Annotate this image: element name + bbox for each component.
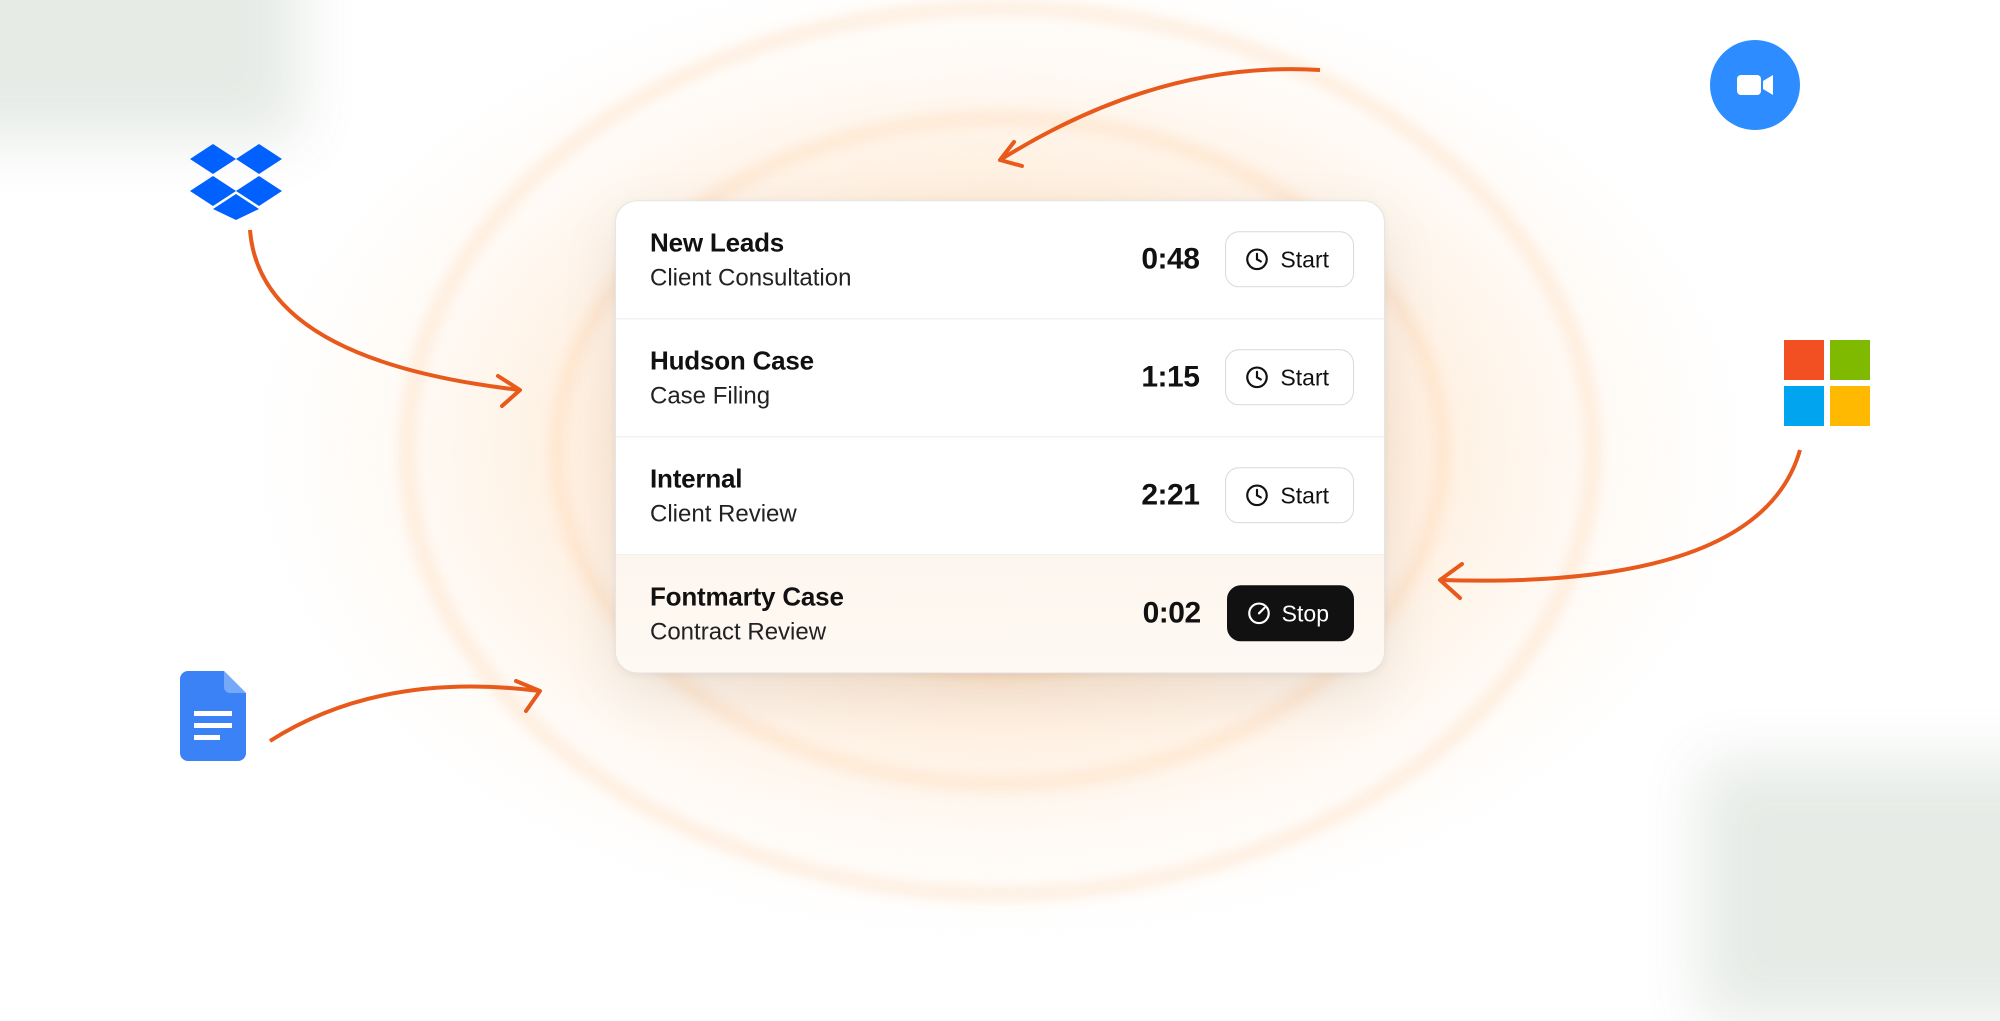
timer-row: Internal Client Review 2:21 Start [616,437,1384,555]
timer-info: Fontmarty Case Contract Review [650,581,1101,646]
microsoft-icon [1784,340,1870,426]
entry-subtitle: Client Review [650,500,1099,528]
entry-title: New Leads [650,227,1099,258]
timer-info: New Leads Client Consultation [650,227,1099,292]
entry-time: 1:15 [1119,360,1199,394]
arrow-decoration [1400,440,1820,640]
entry-time: 2:21 [1119,478,1199,512]
zoom-icon [1710,40,1800,130]
clock-icon [1244,482,1270,508]
timer-card: New Leads Client Consultation 0:48 Start… [615,200,1385,673]
stopwatch-icon [1246,600,1272,626]
timer-row-active: Fontmarty Case Contract Review 0:02 Stop [616,555,1384,672]
entry-subtitle: Client Consultation [650,264,1099,292]
entry-time: 0:02 [1121,596,1201,630]
start-button[interactable]: Start [1225,349,1354,405]
arrow-decoration [220,220,550,420]
entry-title: Hudson Case [650,345,1099,376]
entry-subtitle: Case Filing [650,382,1099,410]
timer-row: Hudson Case Case Filing 1:15 Start [616,319,1384,437]
button-label: Start [1280,246,1329,273]
button-label: Stop [1282,600,1329,627]
entry-title: Fontmarty Case [650,581,1101,612]
decorative-corner [0,0,300,140]
timer-info: Hudson Case Case Filing [650,345,1099,410]
start-button[interactable]: Start [1225,231,1354,287]
arrow-decoration [960,50,1360,190]
entry-subtitle: Contract Review [650,618,1101,646]
entry-time: 0:48 [1119,242,1199,276]
start-button[interactable]: Start [1225,467,1354,523]
clock-icon [1244,246,1270,272]
button-label: Start [1280,482,1329,509]
decorative-corner [1700,761,2000,1021]
entry-title: Internal [650,463,1099,494]
google-docs-icon [180,671,250,761]
timer-row: New Leads Client Consultation 0:48 Start [616,201,1384,319]
dropbox-icon [190,140,284,220]
timer-info: Internal Client Review [650,463,1099,528]
clock-icon [1244,364,1270,390]
arrow-decoration [260,661,560,781]
stop-button[interactable]: Stop [1227,585,1354,641]
button-label: Start [1280,364,1329,391]
